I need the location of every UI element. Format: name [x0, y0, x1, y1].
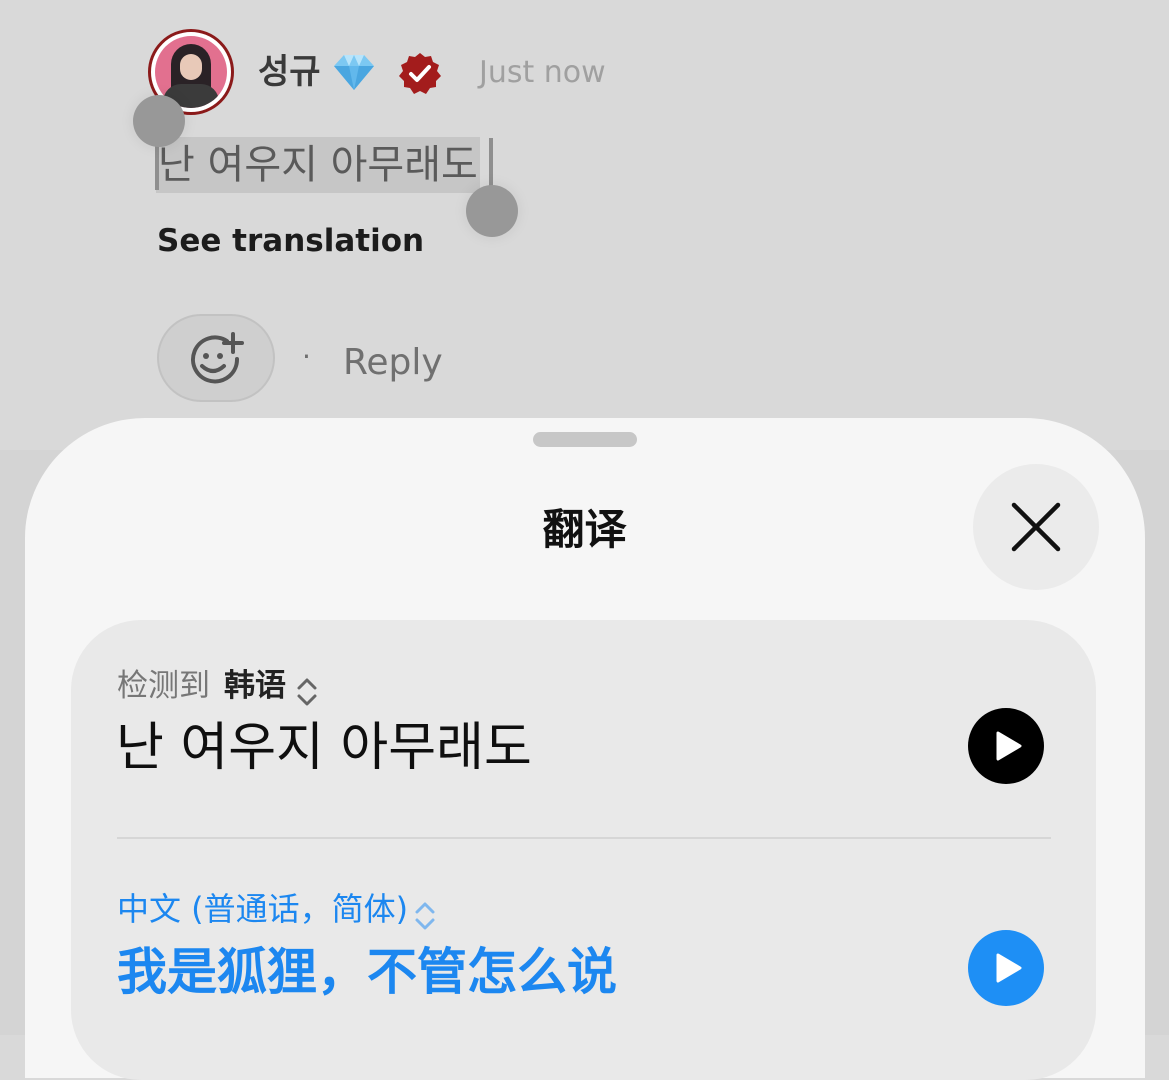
close-icon [1011, 502, 1061, 552]
reply-button[interactable]: Reply [343, 340, 443, 386]
divider [117, 837, 1051, 839]
timestamp: Just now [479, 55, 606, 90]
translated-text: 我是狐狸，不管怎么说 [117, 943, 617, 1001]
see-translation-link[interactable]: See translation [157, 220, 424, 262]
play-translation-button[interactable] [968, 930, 1044, 1006]
chevron-updown-icon [297, 678, 317, 705]
chevron-updown-icon [415, 902, 435, 929]
source-text: 난 여우지 아무래도 [116, 718, 532, 778]
comment-text[interactable]: 난 여우지 아무래도 [156, 137, 480, 193]
sheet-grabber[interactable] [533, 432, 637, 447]
target-language-row[interactable]: 中文 (普通话，简体) [117, 888, 436, 936]
gem-icon [334, 55, 374, 90]
username[interactable]: 성규 [258, 50, 321, 94]
separator-dot: · [302, 340, 311, 373]
selection-handle-end[interactable] [466, 185, 518, 237]
add-reaction-icon [191, 332, 244, 384]
source-language[interactable]: 韩语 [224, 668, 286, 704]
play-source-button[interactable] [968, 708, 1044, 784]
source-language-row[interactable]: 检测到 韩语 [117, 666, 318, 711]
play-icon [996, 953, 1022, 983]
add-reaction-button[interactable] [157, 314, 275, 402]
verified-badge-icon [399, 53, 441, 94]
play-icon [996, 731, 1022, 761]
target-language[interactable]: 中文 (普通话，简体) [117, 890, 408, 928]
detected-label: 检测到 [117, 668, 210, 704]
selection-handle-start[interactable] [133, 95, 185, 147]
selection-caret-start [155, 140, 159, 190]
close-button[interactable] [973, 464, 1099, 590]
selection-caret-end [489, 138, 493, 188]
